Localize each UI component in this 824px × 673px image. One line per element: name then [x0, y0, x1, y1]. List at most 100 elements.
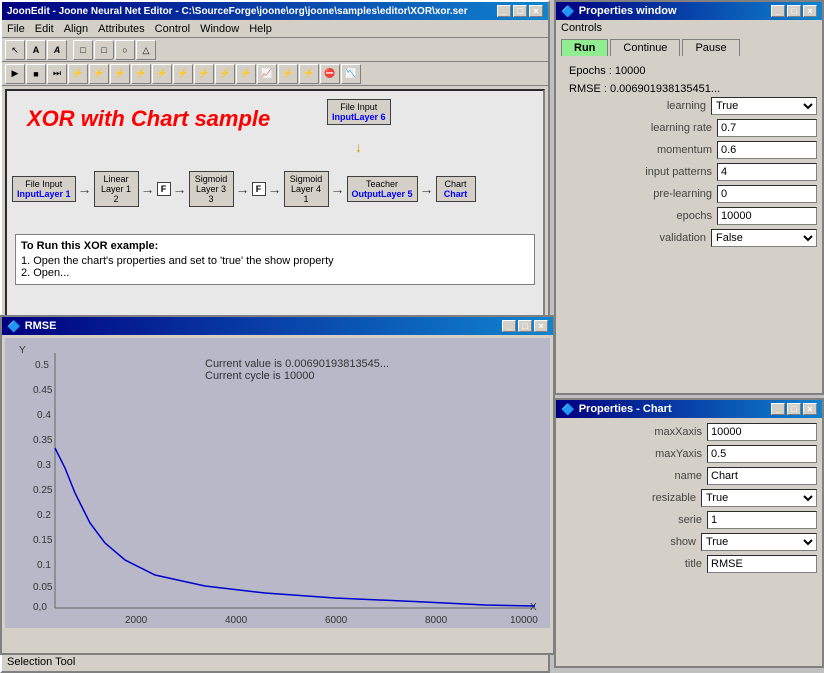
- props-row-learning: learning TrueFalse: [561, 97, 817, 115]
- menu-window[interactable]: Window: [200, 23, 239, 35]
- chart-btn[interactable]: 📈: [257, 64, 277, 84]
- props-max-btn[interactable]: □: [787, 5, 801, 17]
- file-input-top-name: InputLayer 6: [332, 112, 386, 122]
- svg-text:4000: 4000: [225, 615, 248, 626]
- props-row-validation: validation FalseTrue: [561, 229, 817, 247]
- rmse-min-btn[interactable]: _: [502, 320, 516, 332]
- pc-label-show: show: [616, 536, 696, 548]
- pc-input-maxyaxis[interactable]: [707, 445, 817, 463]
- rmse-window: 🔷 RMSE _ □ × Current value is 0.00690193…: [0, 315, 555, 655]
- svg-text:6000: 6000: [325, 615, 348, 626]
- node-sigmoid-1[interactable]: Sigmoid Layer 3 3: [189, 171, 234, 207]
- epochs-display: Epochs : 10000: [561, 61, 817, 81]
- menu-help[interactable]: Help: [249, 23, 272, 35]
- canvas-area: XOR with Chart sample File Input InputLa…: [5, 89, 545, 329]
- node-file-input-1[interactable]: File Input InputLayer 1: [12, 176, 76, 202]
- props-chart-min-btn[interactable]: _: [771, 403, 785, 415]
- props-chart-close-btn[interactable]: ×: [803, 403, 817, 415]
- props-min-btn[interactable]: _: [771, 5, 785, 17]
- node-linear[interactable]: Linear Layer 1 2: [94, 171, 139, 207]
- props-close-btn[interactable]: ×: [803, 5, 817, 17]
- node-sigmoid-1-num: 3: [194, 194, 229, 204]
- tool-5[interactable]: ⚡: [110, 64, 130, 84]
- tri-tool[interactable]: △: [136, 40, 156, 60]
- tool-6[interactable]: ⚡: [131, 64, 151, 84]
- rmse-close-btn[interactable]: ×: [534, 320, 548, 332]
- tool-10[interactable]: ⚡: [215, 64, 235, 84]
- tool-15[interactable]: 📉: [341, 64, 361, 84]
- node-linear-title: Linear: [99, 174, 134, 184]
- menu-align[interactable]: Align: [64, 23, 88, 35]
- svg-text:10000: 10000: [510, 615, 538, 626]
- tool-8[interactable]: ⚡: [173, 64, 193, 84]
- close-button[interactable]: ×: [529, 5, 543, 17]
- node-sigmoid-1-name: Layer 3: [194, 184, 229, 194]
- tool-11[interactable]: ⚡: [236, 64, 256, 84]
- props-chart-max-btn[interactable]: □: [787, 403, 801, 415]
- circle-tool[interactable]: ○: [115, 40, 135, 60]
- menu-edit[interactable]: Edit: [35, 23, 54, 35]
- tool-9[interactable]: ⚡: [194, 64, 214, 84]
- stop-btn[interactable]: ■: [26, 64, 46, 84]
- node-teacher[interactable]: Teacher OutputLayer 5: [347, 176, 418, 202]
- text-italic-tool[interactable]: A: [47, 40, 67, 60]
- tool-13[interactable]: ⚡: [299, 64, 319, 84]
- input-learning-rate[interactable]: [717, 119, 817, 137]
- input-momentum[interactable]: [717, 141, 817, 159]
- controls-label: Controls: [556, 20, 822, 36]
- node-teacher-title: Teacher: [352, 179, 413, 189]
- minimize-button[interactable]: _: [497, 5, 511, 17]
- input-input-patterns[interactable]: [717, 163, 817, 181]
- tab-continue[interactable]: Continue: [610, 39, 680, 56]
- pc-input-maxxaxis[interactable]: [707, 423, 817, 441]
- pc-input-serie[interactable]: [707, 511, 817, 529]
- node-sigmoid-2-title: Sigmoid: [289, 174, 324, 184]
- pc-row-show: show TrueFalse: [561, 533, 817, 551]
- input-pre-learning[interactable]: [717, 185, 817, 203]
- rect-tool[interactable]: □: [73, 40, 93, 60]
- node-sigmoid-2[interactable]: Sigmoid Layer 4 1: [284, 171, 329, 207]
- select-learning[interactable]: TrueFalse: [711, 97, 817, 115]
- props-chart-window: 🔷 Properties - Chart _ □ × maxXaxis maxY…: [554, 398, 824, 668]
- play-btn[interactable]: ▶: [5, 64, 25, 84]
- props-chart-title: Properties - Chart: [579, 403, 672, 415]
- menu-file[interactable]: File: [7, 23, 25, 35]
- arrow-down-file: ↓: [355, 139, 362, 155]
- maximize-button[interactable]: □: [513, 5, 527, 17]
- pc-select-show[interactable]: TrueFalse: [701, 533, 817, 551]
- pc-select-resizable[interactable]: TrueFalse: [701, 489, 817, 507]
- filter-2: F: [252, 182, 266, 196]
- menu-attributes[interactable]: Attributes: [98, 23, 144, 35]
- file-input-top[interactable]: File Input InputLayer 6: [327, 99, 391, 125]
- menu-control[interactable]: Control: [155, 23, 190, 35]
- props-title: Properties window: [579, 5, 677, 17]
- tool-7[interactable]: ⚡: [152, 64, 172, 84]
- toolbar-2: ▶ ■ ⏭ ⚡ ⚡ ⚡ ⚡ ⚡ ⚡ ⚡ ⚡ ⚡ 📈 ⚡ ⚡ ⛔ 📉: [2, 62, 548, 86]
- input-epochs[interactable]: [717, 207, 817, 225]
- step-btn[interactable]: ⏭: [47, 64, 67, 84]
- status-text: Selection Tool: [7, 656, 75, 668]
- rmse-icon: 🔷: [7, 320, 21, 333]
- tool-3[interactable]: ⚡: [68, 64, 88, 84]
- tool-4[interactable]: ⚡: [89, 64, 109, 84]
- tab-run[interactable]: Run: [561, 39, 608, 56]
- tool-14[interactable]: ⛔: [320, 64, 340, 84]
- node-teacher-name: OutputLayer 5: [352, 189, 413, 199]
- tool-12[interactable]: ⚡: [278, 64, 298, 84]
- arrow-3: →: [173, 181, 187, 197]
- svg-text:Y: Y: [19, 345, 26, 356]
- rounded-rect-tool[interactable]: □: [94, 40, 114, 60]
- label-learning: learning: [606, 100, 706, 112]
- select-validation[interactable]: FalseTrue: [711, 229, 817, 247]
- node-chart[interactable]: Chart Chart: [436, 176, 476, 202]
- rmse-max-btn[interactable]: □: [518, 320, 532, 332]
- tab-pause[interactable]: Pause: [682, 39, 739, 56]
- cursor-tool[interactable]: ↖: [5, 40, 25, 60]
- text-tool[interactable]: A: [26, 40, 46, 60]
- pc-input-name[interactable]: [707, 467, 817, 485]
- pc-input-title[interactable]: [707, 555, 817, 573]
- nn-row: File Input InputLayer 1 → Linear Layer 1…: [12, 171, 476, 207]
- svg-text:0.4: 0.4: [37, 410, 51, 421]
- main-title-bar: JoonEdit - Joone Neural Net Editor - C:\…: [2, 2, 548, 20]
- node-sigmoid-2-num: 1: [289, 194, 324, 204]
